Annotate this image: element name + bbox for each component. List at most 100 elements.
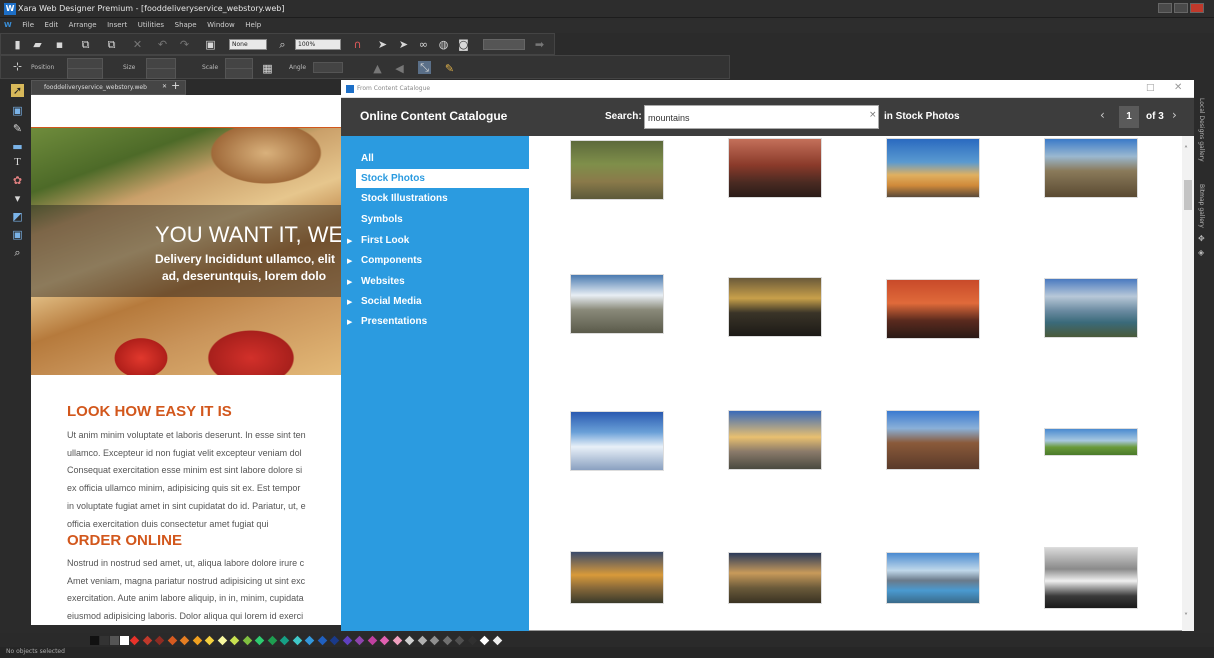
nav-item-stock-illustrations[interactable]: Stock Illustrations [361,193,448,204]
expand-arrow-icon[interactable]: ▶ [347,257,352,265]
freehand-tool-icon[interactable]: ✎ [11,122,24,135]
zoom-tool-icon[interactable]: ⌕ [11,246,24,259]
menu-utilities[interactable]: Utilities [138,18,164,33]
shadow-tool-icon[interactable]: ◩ [11,210,24,223]
open-folder-icon[interactable]: ▰ [31,38,44,51]
nav-item-components[interactable]: Components [361,255,422,266]
link-icon[interactable]: ∞ [417,38,430,51]
menu-edit[interactable]: Edit [45,18,59,33]
quality-select[interactable]: None [229,39,267,50]
photo-thumbnail[interactable] [728,552,822,604]
pointer-alt-icon[interactable]: ➤ [397,38,410,51]
photo-thumbnail[interactable] [728,410,822,470]
save-icon[interactable]: ▪ [53,38,66,51]
maximize-button[interactable] [1174,3,1188,13]
photo-thumbnail[interactable] [728,277,822,337]
photo-tool-icon[interactable]: ▣ [11,228,24,241]
photo-thumbnail[interactable] [1044,138,1138,198]
bitmap-gallery-tab[interactable]: Bitmap gallery [1198,184,1205,228]
scale-label: Scale [202,64,219,71]
photo-thumbnail[interactable] [570,551,664,604]
copy-icon[interactable]: ⧉ [79,38,92,51]
new-doc-icon[interactable]: ▮ [11,38,24,51]
menu-window[interactable]: Window [207,18,235,33]
expand-arrow-icon[interactable]: ▶ [347,318,352,326]
redo-icon[interactable]: ↷ [178,38,191,51]
close-tab-icon[interactable]: ✕ [162,83,167,90]
photo-thumbnail[interactable] [1044,547,1138,609]
photo-thumbnail[interactable] [1044,278,1138,338]
flip-horizontal-icon[interactable]: ▲ [371,62,384,75]
scroll-up-icon[interactable]: ˄ [1184,145,1188,154]
rectangle-tool-icon[interactable]: ▬ [11,140,24,153]
position-y-field[interactable] [67,68,103,79]
color-swatch[interactable] [110,636,119,645]
photo-thumbnail[interactable] [1044,428,1138,456]
scale-h-field[interactable] [225,68,253,79]
undo-icon[interactable]: ↶ [156,38,169,51]
flip-vertical-icon[interactable]: ◀ [393,62,406,75]
angle-field[interactable] [313,62,343,73]
local-designs-gallery-tab[interactable]: Local Designs gallery [1198,98,1205,162]
close-window-button[interactable] [1190,3,1204,13]
document-tab[interactable]: fooddeliveryservice_webstory.web ✕ [31,80,186,95]
nav-item-websites[interactable]: Websites [361,276,405,287]
dialog-maximize-icon[interactable]: □ [1146,83,1155,93]
nav-item-stock-photos[interactable]: Stock Photos [361,173,425,184]
node-tool-icon[interactable]: ▣ [11,104,24,117]
nav-item-all[interactable]: All [361,153,374,164]
menu-arrange[interactable]: Arrange [69,18,97,33]
photo-thumbnail[interactable] [886,552,980,604]
menu-help[interactable]: Help [245,18,261,33]
nav-item-symbols[interactable]: Symbols [361,214,403,225]
search-input[interactable]: mountains [644,105,879,129]
prev-page-icon[interactable]: ‹ [1100,108,1105,122]
menu-file[interactable]: File [22,18,34,33]
photo-thumbnail[interactable] [886,410,980,470]
page-number-input[interactable]: 1 [1119,106,1139,128]
magnet-icon[interactable]: ∩ [351,38,364,51]
gallery-options-icon[interactable]: ◈ [1198,248,1204,257]
photo-thumbnail[interactable] [570,411,664,471]
zoom-select[interactable]: 100% [295,39,341,50]
color-swatch[interactable] [100,636,109,645]
tag-icon[interactable]: ✎ [443,62,456,75]
preview-icon[interactable]: ◙ [457,38,470,51]
photo-thumbnail[interactable] [886,138,980,198]
delete-icon[interactable]: ✕ [131,38,144,51]
nav-item-social-media[interactable]: Social Media [361,296,422,307]
expand-arrow-icon[interactable]: ▶ [347,237,352,245]
scroll-down-icon[interactable]: ˅ [1184,612,1188,621]
menu-insert[interactable]: Insert [107,18,127,33]
minimize-button[interactable] [1158,3,1172,13]
nav-item-presentations[interactable]: Presentations [361,316,427,327]
nav-item-first-look[interactable]: First Look [361,235,409,246]
photo-thumbnail[interactable] [886,279,980,339]
clear-search-icon[interactable]: × [869,110,877,120]
dialog-close-icon[interactable]: ✕ [1174,82,1182,93]
menu-shape[interactable]: Shape [175,18,197,33]
paste-icon[interactable]: ⧉ [105,38,118,51]
new-tab-icon[interactable]: + [171,79,180,92]
photo-thumbnail[interactable] [728,138,822,198]
scrollbar-thumb[interactable] [1184,180,1192,210]
text-tool-icon[interactable]: T [11,156,24,169]
gallery-settings-icon[interactable]: ✥ [1198,234,1205,243]
globe-icon[interactable]: ◍ [437,38,450,51]
photo-thumbnail[interactable] [570,274,664,334]
pointer-icon[interactable]: ➤ [376,38,389,51]
expand-arrow-icon[interactable]: ▶ [347,278,352,286]
fill-tool-icon[interactable]: ✿ [11,174,24,187]
selector-tool-icon[interactable]: ➚ [11,84,24,97]
size-h-field[interactable] [146,68,176,79]
catalogue-scrollbar[interactable] [1182,136,1194,631]
photo-thumbnail[interactable] [570,140,664,200]
lock-aspect-icon[interactable]: ▦ [261,62,274,75]
color-swatch[interactable] [90,636,99,645]
expand-arrow-icon[interactable]: ▶ [347,298,352,306]
next-page-icon[interactable]: › [1172,108,1177,122]
transform-icon[interactable]: ⤡ [418,61,431,74]
zoom-icon[interactable]: ⌕ [276,38,289,51]
color-swatch[interactable] [120,636,129,645]
transparency-tool-icon[interactable]: ▾ [11,192,24,205]
